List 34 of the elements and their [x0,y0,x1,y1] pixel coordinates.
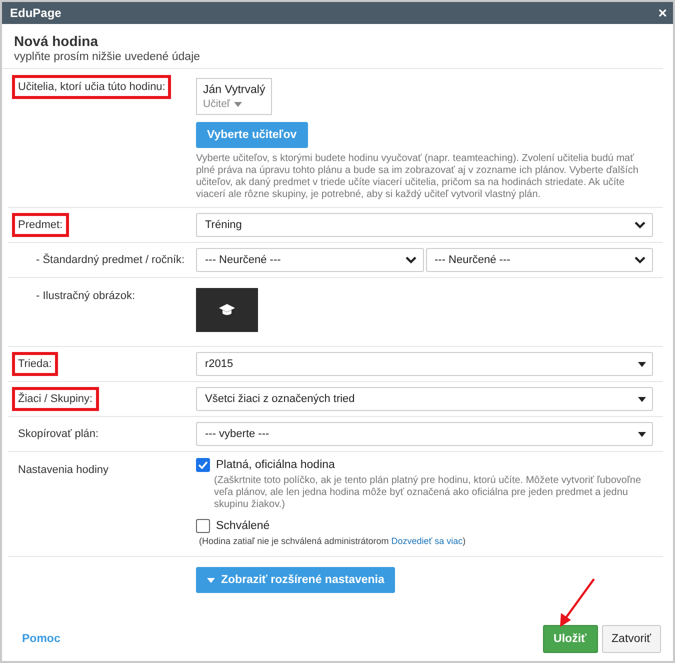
field-label: Predmet: [12,213,69,237]
help-text: (Hodina zatiaľ nie je schválená administrátorom Dozvedieť sa viac) [199,536,467,546]
window-title: EduPage [10,6,62,20]
learn-more-link[interactable]: Dozvedieť sa viac [391,536,463,546]
teacher-name: Ján Vytrvalý [203,84,266,96]
graduation-cap-icon [219,304,235,316]
help-text: (Zaškrtnite toto políčko, ak je tento plán platný pre hodinu, ktorú učíte. Môžete vytvoriť ľubovoľne veľa plánov, ale len jedna hodina môže byť označená ako oficiálna pre jeden predmet a jednu skupinu žiakov.) [214,475,642,511]
dropdown[interactable]: --- vyberte --- [196,422,653,446]
dialog-subtitle: vyplňte prosím nižšie uvedené údaje [14,51,202,63]
checkbox[interactable] [196,458,210,472]
image-thumbnail[interactable] [196,288,258,332]
field-label: Skopírovať plán: [17,427,100,442]
dropdown[interactable]: Všetci žiaci z označených tried [196,387,653,411]
caret-icon [207,578,215,582]
dialog-title: Nová hodina [14,33,100,49]
field-label: Trieda: [12,352,58,376]
teacher-card[interactable]: Ján Vytrvalý Učiteľ [196,78,272,115]
checkbox-label: Platná, oficiálna hodina [216,459,335,471]
close-dialog-button[interactable]: Zatvoriť [602,625,661,653]
field-label: Učitelia, ktorí učia túto hodinu: [12,75,172,99]
dropdown[interactable]: r2015 [196,352,653,376]
dropdown[interactable]: Tréning [196,213,653,237]
field-label: Žiaci / Skupiny: [12,387,99,411]
help-text: Vyberte učiteľov, s ktorými budete hodinu vyučovať (napr. teamteaching). Zvolení učitelia budú mať plné práva na úpravu tohto plánu a bude sa im zobrazovať aj v zozname ich plánov. Vyberte ďalších učiteľov, ak daný predmet v triede učíte viacerí učitelia, pričom sa na hodinách striedate. Ak učíte viacerí ale rôzne skupiny, je potrebné, aby si každý učiteľ vytvoril vlastný plán. [196,153,640,201]
field-label: - Štandardný predmet / ročník: [35,252,186,268]
checkbox-label: Schválené [216,520,270,532]
close-button[interactable]: × [658,6,667,20]
field-label: Nastavenia hodiny [17,463,110,478]
dropdown[interactable]: --- Neurčené --- [196,248,424,272]
role-dropdown[interactable]: Učiteľ [203,98,266,110]
checkbox[interactable] [196,519,210,533]
caret-icon [234,102,242,106]
field-label: - Ilustračný obrázok: [35,289,136,304]
dropdown[interactable]: --- Neurčené --- [426,248,653,272]
